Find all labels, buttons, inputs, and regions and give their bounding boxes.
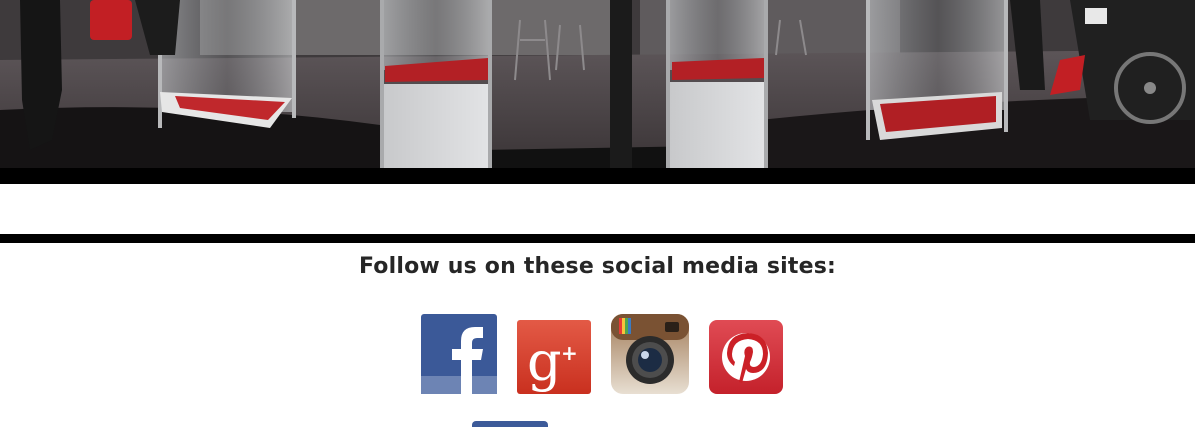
panorama-illustration xyxy=(0,0,1195,168)
instagram-icon xyxy=(611,314,689,394)
section-divider xyxy=(0,234,1195,243)
booth-panorama-frame xyxy=(0,0,1195,184)
google-plus-link[interactable]: g + xyxy=(517,320,591,394)
pinterest-link[interactable] xyxy=(709,320,783,394)
social-heading: Follow us on these social media sites: xyxy=(358,254,837,279)
pinterest-icon xyxy=(709,320,783,394)
facebook-icon xyxy=(421,314,497,394)
booth-panorama-photo xyxy=(0,0,1195,168)
instagram-link[interactable] xyxy=(611,314,689,394)
google-plus-icon: g + xyxy=(517,320,591,394)
additional-social-link[interactable] xyxy=(472,421,548,427)
facebook-link[interactable] xyxy=(421,314,497,394)
svg-text:+: + xyxy=(561,341,578,365)
svg-text:g: g xyxy=(527,330,562,393)
